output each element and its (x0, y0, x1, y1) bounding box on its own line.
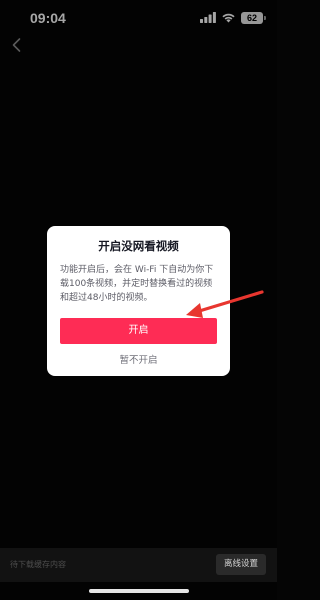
offline-settings-button[interactable]: 离线设置 (216, 554, 266, 575)
enable-button[interactable]: 开启 (60, 318, 217, 344)
not-now-button[interactable]: 暂不开启 (47, 352, 230, 366)
dialog-title: 开启没网看视频 (98, 239, 179, 253)
dialog-body: 功能开启后，会在 Wi-Fi 下自动为你下载100条视频，并定时替换看过的视频和… (60, 265, 214, 303)
offline-video-dialog: 开启没网看视频 功能开启后，会在 Wi-Fi 下自动为你下载100条视频，并定时… (47, 226, 230, 376)
bottom-bar: 待下载缓存内容 离线设置 (0, 548, 277, 582)
home-indicator[interactable] (89, 589, 189, 593)
pending-download-label: 待下载缓存内容 (10, 560, 66, 569)
